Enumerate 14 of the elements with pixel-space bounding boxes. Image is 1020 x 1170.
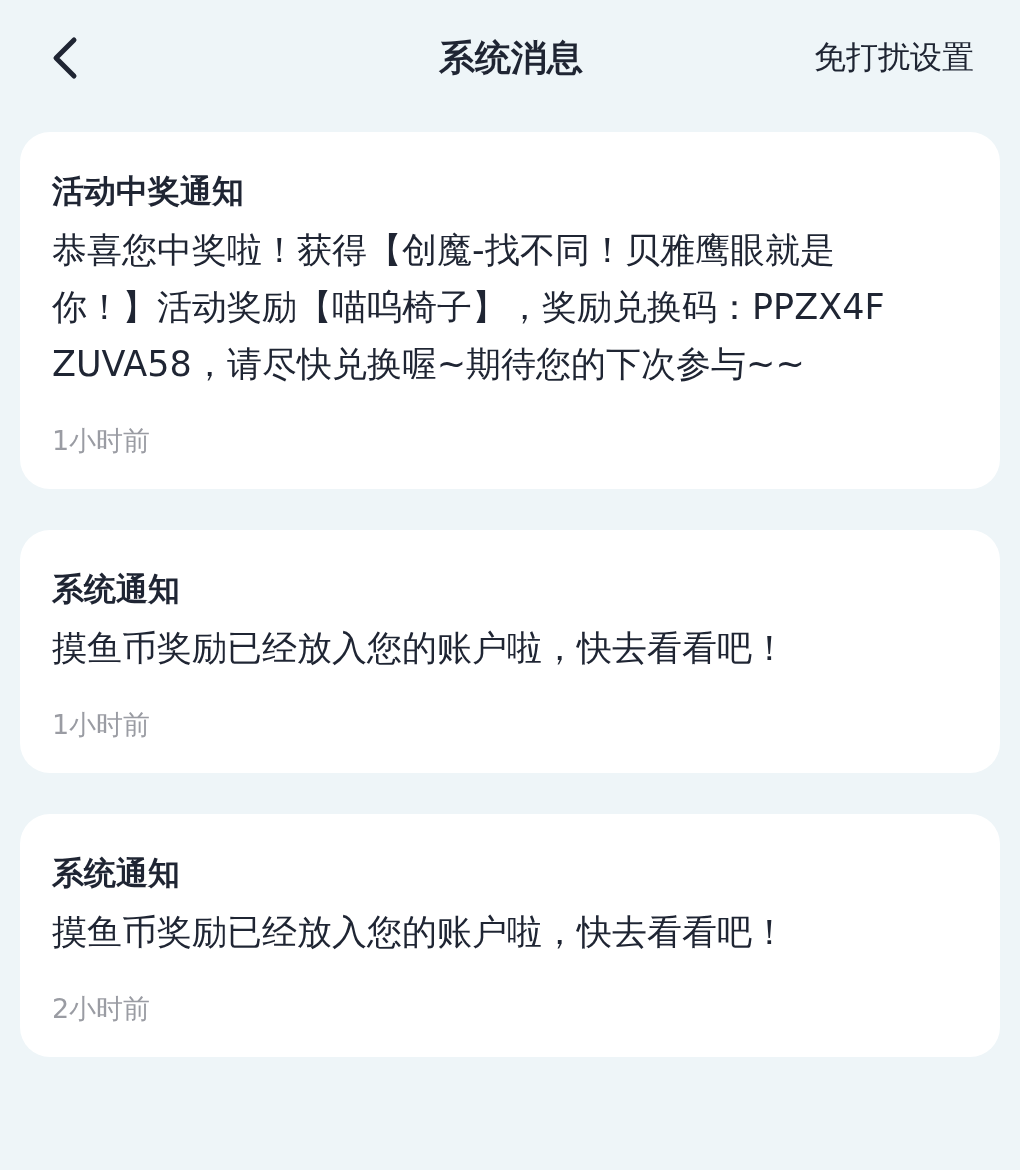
message-body: 恭喜您中奖啦！获得【创魔-找不同！贝雅鹰眼就是你！】活动奖励【喵呜椅子】，奖励兑换码：PPZX4FZUVA58，请尽快兑换喔~期待您的下次参与~~ (52, 229, 886, 386)
message-time: 2小时前 (52, 992, 152, 1026)
message-title: 系统通知 (52, 569, 181, 610)
message-title: 系统通知 (52, 853, 181, 894)
message-card[interactable]: 系统通知 摸鱼币奖励已经放入您的账户啦，快去看看吧！ 2小时前 (20, 814, 1000, 1057)
message-time: 1小时前 (52, 708, 152, 742)
page-title: 系统消息 (438, 35, 584, 80)
do-not-disturb-settings-link[interactable]: 免打扰设置 (814, 36, 974, 80)
message-title: 活动中奖通知 (52, 171, 245, 212)
message-body: 摸鱼币奖励已经放入您的账户啦，快去看看吧！ (52, 911, 788, 954)
message-card[interactable]: 活动中奖通知 恭喜您中奖啦！获得【创魔-找不同！贝雅鹰眼就是你！】活动奖励【喵呜椅子】，奖励兑换码：PPZX4FZUVA58，请尽快兑换喔~期待您的下次参与~~ 1小时前 (20, 132, 1000, 489)
message-card[interactable]: 系统通知 摸鱼币奖励已经放入您的账户啦，快去看看吧！ 1小时前 (20, 530, 1000, 773)
message-body: 摸鱼币奖励已经放入您的账户啦，快去看看吧！ (52, 627, 788, 670)
message-time: 1小时前 (52, 424, 152, 458)
